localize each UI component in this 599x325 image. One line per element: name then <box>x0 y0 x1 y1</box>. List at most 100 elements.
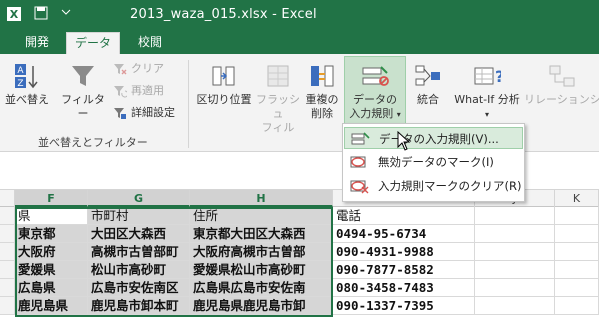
cell[interactable]: 090-7877-8582 <box>333 261 475 279</box>
relationships-icon <box>549 65 574 87</box>
relationships-label: リレーションシップ <box>524 93 599 106</box>
table-row: 鹿児島県 鹿児島市卸本町 鹿児島県鹿児島市卸 090-1337-7395 <box>0 297 599 315</box>
data-validation-button[interactable]: データの 入力規則 ▾ <box>344 56 406 126</box>
save-icon[interactable] <box>34 6 48 24</box>
cell[interactable] <box>555 207 599 225</box>
clear-button[interactable]: クリア <box>113 60 164 78</box>
svg-text:X: X <box>10 8 19 21</box>
filter-icon <box>72 66 94 86</box>
menu-item-circle-invalid[interactable]: 無効データのマーク(I) <box>344 151 523 173</box>
reapply-button[interactable]: 再適用 <box>113 82 164 100</box>
circle-invalid-icon <box>350 156 366 168</box>
table-row: 東京都 大田区大森西 東京都大田区大森西 0494-95-6734 <box>0 225 599 243</box>
row-header[interactable] <box>0 297 15 315</box>
cell[interactable]: 大阪府 <box>15 243 88 261</box>
cell[interactable]: 愛媛県 <box>15 261 88 279</box>
tab-developer[interactable]: 開発 <box>22 32 52 54</box>
cell[interactable] <box>555 243 599 261</box>
cell[interactable] <box>475 261 555 279</box>
data-validation-menu: データの入力規則(V)... 無効データのマーク(I) 入力規則マークのクリア(… <box>342 123 525 202</box>
cell[interactable] <box>475 225 555 243</box>
cell[interactable]: 090-4931-9988 <box>333 243 475 261</box>
cell[interactable]: 鹿児島市卸本町 <box>88 297 190 315</box>
clear-filter-icon <box>114 64 127 75</box>
row-header[interactable] <box>0 207 15 225</box>
title-bar: X 2013_waza_015.xlsx - Excel <box>0 0 599 30</box>
cell[interactable]: 広島県 <box>15 279 88 297</box>
filter-label: フィルター <box>61 93 105 120</box>
chevron-down-icon: ▾ <box>484 110 489 119</box>
table-row: 広島県 広島市安佐南区 広島県広島市安佐南 080-3458-7483 <box>0 279 599 297</box>
cell[interactable]: 電話 <box>333 207 475 225</box>
text-to-columns-label: 区切り位置 <box>196 93 252 106</box>
remove-duplicates-button[interactable]: 重複の 削除 <box>302 62 342 121</box>
flash-fill-label-1: フラッシュ <box>256 93 300 120</box>
sort-icon: AZ <box>15 64 38 89</box>
cell[interactable]: 高槻市古曽部町 <box>88 243 190 261</box>
worksheet-grid: 県 市町村 住所 電話 東京都 大田区大森西 東京都大田区大森西 0494-95… <box>0 207 599 325</box>
clear-label: クリア <box>131 62 164 75</box>
select-all-corner[interactable] <box>0 190 15 207</box>
row-header[interactable] <box>0 261 15 279</box>
cell[interactable] <box>555 297 599 315</box>
cell[interactable] <box>475 243 555 261</box>
text-to-columns-button[interactable]: 区切り位置 <box>194 62 254 107</box>
menu-item-data-validation[interactable]: データの入力規則(V)... <box>344 127 523 149</box>
svg-text:?: ? <box>495 67 501 86</box>
group-separator <box>188 60 189 148</box>
reapply-label: 再適用 <box>131 84 164 97</box>
column-header-f[interactable]: F <box>15 190 88 207</box>
quick-access-icon[interactable] <box>60 6 72 22</box>
cell[interactable]: 080-3458-7483 <box>333 279 475 297</box>
cell[interactable] <box>475 207 555 225</box>
cell[interactable]: 東京都大田区大森西 <box>190 225 333 243</box>
cell[interactable]: 松山市高砂町 <box>88 261 190 279</box>
group-sort-filter-label: 並べ替えとフィルター <box>38 136 148 149</box>
cell[interactable]: 愛媛県松山市高砂町 <box>190 261 333 279</box>
cell[interactable] <box>475 297 555 315</box>
column-header-k[interactable]: K <box>555 190 599 207</box>
sort-button[interactable]: AZ 並べ替え <box>4 62 50 107</box>
excel-logo-icon: X <box>6 6 22 26</box>
flash-fill-icon <box>267 65 289 87</box>
remove-duplicates-icon <box>311 65 334 87</box>
row-header[interactable] <box>0 243 15 261</box>
column-header-h[interactable]: H <box>190 190 333 207</box>
tab-data[interactable]: データ <box>66 32 120 54</box>
what-if-button[interactable]: ? What-If 分析 ▾ <box>450 62 524 122</box>
cell[interactable] <box>475 279 555 297</box>
row-header[interactable] <box>0 225 15 243</box>
cell[interactable]: 県 <box>15 207 88 225</box>
menu-item-clear-circles[interactable]: 入力規則マークのクリア(R) <box>344 175 523 197</box>
cell[interactable]: 鹿児島県 <box>15 297 88 315</box>
cell[interactable]: 0494-95-6734 <box>333 225 475 243</box>
cell[interactable]: 住所 <box>190 207 333 225</box>
cell[interactable]: 広島市安佐南区 <box>88 279 190 297</box>
data-validation-label-1: データの <box>353 93 397 106</box>
cell[interactable] <box>555 261 599 279</box>
row-header[interactable] <box>0 279 15 297</box>
advanced-label: 詳細設定 <box>131 106 175 119</box>
consolidate-label: 統合 <box>417 93 439 106</box>
chevron-down-icon: ▾ <box>396 110 401 119</box>
cell[interactable]: 東京都 <box>15 225 88 243</box>
relationships-button[interactable]: リレーションシップ <box>524 62 599 107</box>
cell[interactable] <box>555 279 599 297</box>
cell[interactable]: 大阪府高槻市古曽部 <box>190 243 333 261</box>
cell[interactable]: 広島県広島市安佐南 <box>190 279 333 297</box>
ribbon-tabs: 開発 データ 校閲 <box>0 30 599 54</box>
cell[interactable]: 大田区大森西 <box>88 225 190 243</box>
advanced-button[interactable]: 詳細設定 <box>113 104 175 122</box>
cell[interactable]: 市町村 <box>88 207 190 225</box>
cell[interactable] <box>555 225 599 243</box>
remove-duplicates-label-1: 重複の <box>305 93 339 106</box>
cell[interactable]: 鹿児島県鹿児島市卸 <box>190 297 333 315</box>
svg-text:Z: Z <box>17 79 23 89</box>
consolidate-button[interactable]: 統合 <box>408 62 448 107</box>
flash-fill-button[interactable]: フラッシュ フィル <box>254 62 302 135</box>
column-header-g[interactable]: G <box>88 190 190 207</box>
what-if-label: What-If 分析 <box>454 93 520 106</box>
filter-button[interactable]: フィルター <box>58 62 108 121</box>
cell[interactable]: 090-1337-7395 <box>333 297 475 315</box>
tab-review[interactable]: 校閲 <box>130 32 170 54</box>
